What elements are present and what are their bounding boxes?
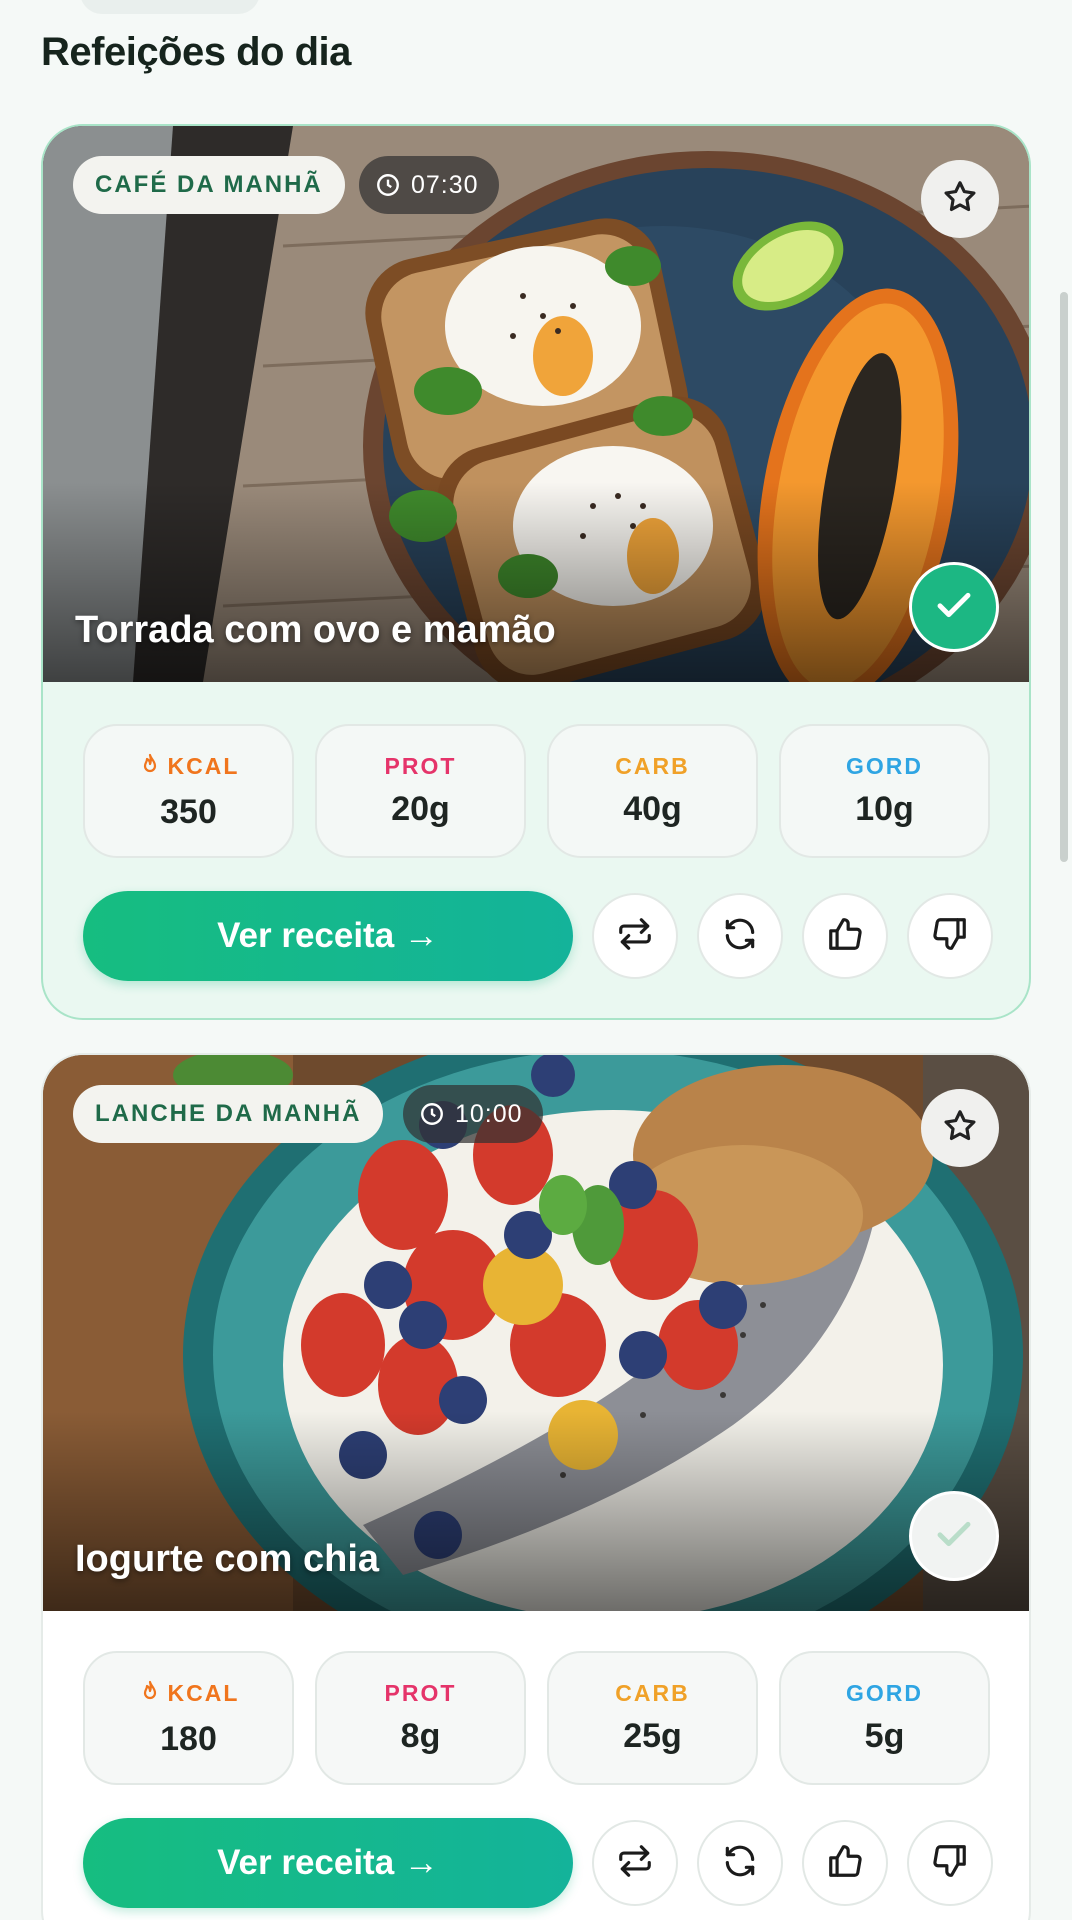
like-button[interactable] [802,893,888,979]
swap-meal-button[interactable] [592,1820,678,1906]
favorite-button[interactable] [921,160,999,238]
meal-photo: CAFÉ DA MANHÃ 07:30 Torrada com ovo e ma… [43,126,1029,682]
macro-label: PROT [384,1680,457,1706]
check-icon [933,1513,975,1560]
clock-icon [419,1101,445,1127]
like-button[interactable] [802,1820,888,1906]
flame-icon [138,1678,162,1710]
macros-row: KCAL 180 PROT 8g CARB 25g GORD 5g [83,1651,990,1785]
meal-time-badge: 10:00 [403,1085,543,1143]
photo-shade [43,1411,1029,1611]
meal-time-value: 07:30 [411,170,479,199]
swap-icon [616,1842,654,1885]
macro-gord: GORD 5g [779,1651,990,1785]
macro-label: GORD [846,1680,923,1706]
meals-screen: Refeições do dia CAFÉ DA MANHÃ 07:30 Tor… [0,0,1072,1920]
meal-name: Torrada com ovo e mamão [75,609,556,651]
view-recipe-button[interactable]: Ver receita → [83,1818,573,1908]
macro-value: 20g [391,790,450,828]
section-title: Refeições do dia [41,30,351,74]
macro-value: 5g [864,1717,905,1755]
regenerate-button[interactable] [697,893,783,979]
star-icon [941,178,979,221]
macro-prot: PROT 8g [315,1651,526,1785]
macro-carb: CARB 25g [547,1651,758,1785]
meal-photo: LANCHE DA MANHÃ 10:00 Iogurte com chia [43,1055,1029,1611]
thumbs-up-icon [826,915,864,958]
thumbs-down-icon [931,915,969,958]
view-recipe-button[interactable]: Ver receita → [83,891,573,981]
thumbs-up-icon [826,1842,864,1885]
meal-type-badge: CAFÉ DA MANHÃ [73,156,345,214]
macro-value: 10g [855,790,914,828]
check-icon [933,584,975,631]
meal-actions: Ver receita → [83,1818,993,1908]
macro-value: 25g [623,1717,682,1755]
macro-prot: PROT 20g [315,724,526,858]
macro-label: CARB [615,753,690,779]
photo-shade [43,482,1029,682]
macro-value: 40g [623,790,682,828]
completed-toggle[interactable] [909,1491,999,1581]
star-icon [941,1107,979,1150]
macro-label: KCAL [167,753,240,779]
meal-type-badge: LANCHE DA MANHÃ [73,1085,384,1143]
refresh-icon [721,1842,759,1885]
macro-kcal: KCAL 180 [83,1651,294,1785]
swap-meal-button[interactable] [592,893,678,979]
meal-card-breakfast[interactable]: CAFÉ DA MANHÃ 07:30 Torrada com ovo e ma… [41,124,1031,1020]
macro-gord: GORD 10g [779,724,990,858]
meal-name: Iogurte com chia [75,1538,380,1580]
meal-time-value: 10:00 [455,1099,523,1128]
macro-kcal: KCAL 350 [83,724,294,858]
macro-value: 8g [400,1717,441,1755]
macro-value: 350 [160,792,217,831]
swap-icon [616,915,654,958]
dislike-button[interactable] [907,893,993,979]
completed-toggle[interactable] [909,562,999,652]
macros-row: KCAL 350 PROT 20g CARB 40g GORD 10g [83,724,990,858]
favorite-button[interactable] [921,1089,999,1167]
scrollbar[interactable] [1060,292,1068,862]
clock-icon [375,172,401,198]
macro-label: PROT [384,753,457,779]
flame-icon [138,751,162,783]
meal-time-badge: 07:30 [359,156,499,214]
thumbs-down-icon [931,1842,969,1885]
refresh-icon [721,915,759,958]
macro-carb: CARB 40g [547,724,758,858]
regenerate-button[interactable] [697,1820,783,1906]
macro-label: GORD [846,753,923,779]
meal-actions: Ver receita → [83,891,993,981]
macro-label: KCAL [167,1680,240,1706]
macro-label: CARB [615,1680,690,1706]
dislike-button[interactable] [907,1820,993,1906]
header-fade [80,0,260,14]
meal-card-morning-snack[interactable]: LANCHE DA MANHÃ 10:00 Iogurte com chia K… [41,1053,1031,1920]
macro-value: 180 [160,1719,217,1758]
